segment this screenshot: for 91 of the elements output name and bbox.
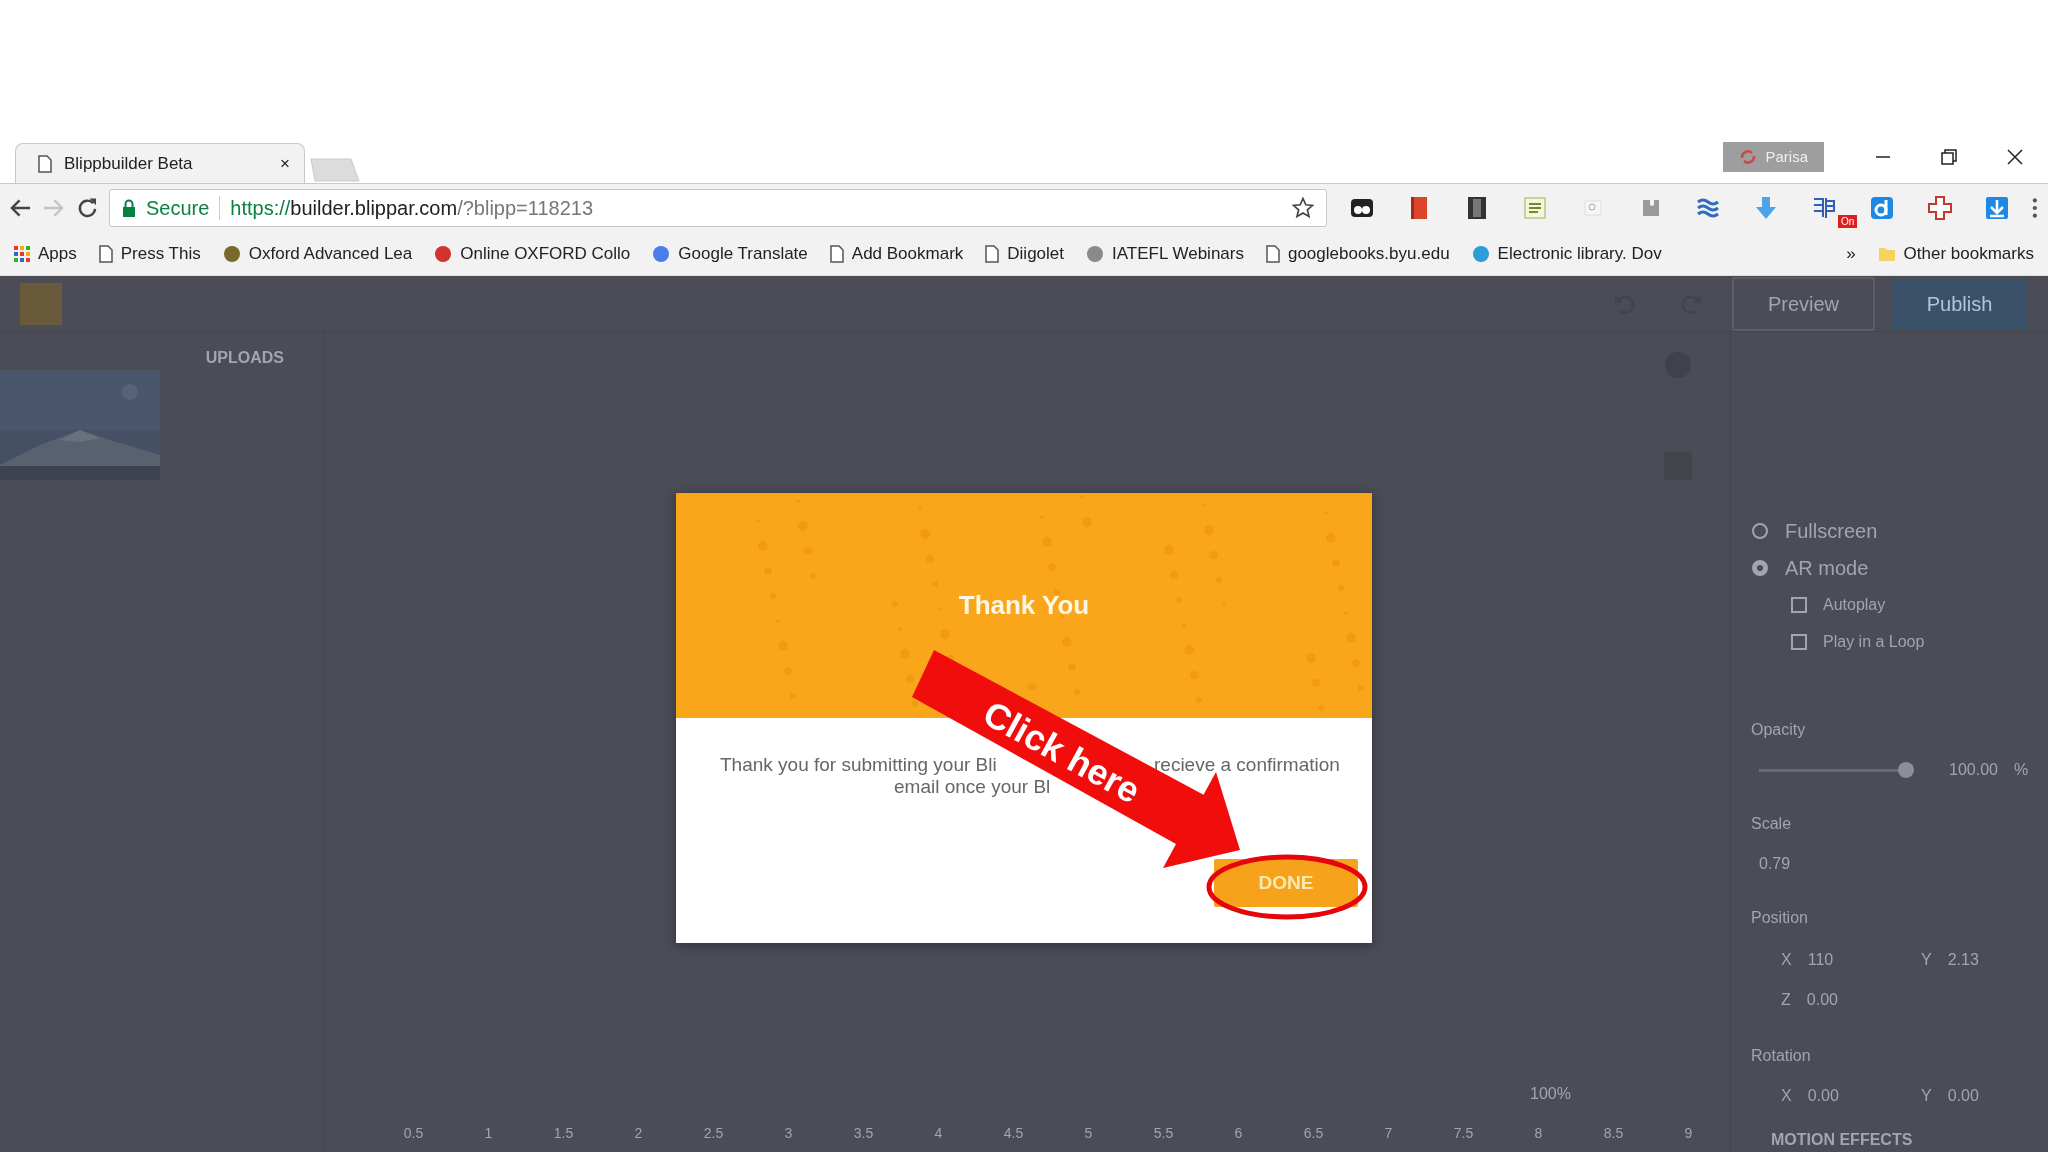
tab-title: Blippbuilder Beta (64, 152, 194, 175)
bookmark-link[interactable]: Oxford Advanced Lea (222, 240, 413, 267)
address-bar[interactable]: Secure https://builder.blippar.com/?blipp=118213 (108, 189, 1327, 227)
bookmark-link[interactable]: IATEFL Webinars (1086, 240, 1244, 267)
tick-label: 4 (933, 1124, 944, 1143)
bookmark-folder[interactable]: Other bookmarks (1877, 240, 2034, 267)
letter-icon[interactable] (1869, 196, 1894, 220)
glasses-icon[interactable] (1349, 196, 1374, 220)
restore-icon[interactable] (1941, 149, 1957, 165)
overflow-chevron[interactable]: » (1846, 240, 1856, 267)
axis-value: 0.00 (1947, 1086, 1979, 1106)
tick-label: 5.5 (1152, 1124, 1175, 1143)
field-label: Opacity (1751, 720, 1807, 740)
opacity-value: 100.00 (1949, 760, 1998, 780)
bookmark-link[interactable]: Google Translate (652, 240, 808, 267)
profile-name: Parisa (1765, 146, 1808, 167)
page-icon (98, 244, 113, 263)
tick-label: 2 (633, 1124, 644, 1143)
slider-thumb[interactable] (1898, 762, 1914, 778)
zoom-level: 100% (1530, 1084, 1571, 1104)
page-icon (38, 154, 52, 173)
bookmark-link[interactable]: Add Bookmark (829, 240, 964, 267)
tick-label: 0.5 (402, 1124, 425, 1143)
secure-label: Secure (145, 196, 210, 221)
dialog-title: Thank You (958, 589, 1090, 622)
download-icon[interactable] (1985, 196, 2010, 220)
unit-label: % (2013, 760, 2029, 780)
menu-icon[interactable] (2032, 197, 2038, 219)
bookmark-link[interactable]: Online OXFORD Collo (434, 240, 631, 267)
tick-label: 6 (1233, 1124, 1244, 1143)
axis-label: Y (1921, 950, 1932, 970)
axis-value: 0.00 (1807, 1086, 1839, 1106)
axis-value: 0.00 (1806, 990, 1838, 1010)
close-icon[interactable] (2007, 149, 2023, 165)
tick-label: 6.5 (1302, 1124, 1325, 1143)
close-icon[interactable]: × (280, 150, 290, 177)
bookmark-link[interactable]: Diigolet (985, 240, 1064, 267)
message-text: email once your Bl (894, 776, 1051, 798)
checkbox[interactable] (1791, 633, 1807, 650)
publish-button[interactable]: Publish (1891, 278, 2028, 329)
page-icon (829, 244, 844, 263)
axis-value: 110 (1807, 950, 1834, 970)
message-text: recieve a confirmation (1154, 754, 1340, 776)
radio-button[interactable] (1751, 521, 1769, 540)
bookmark-link[interactable]: googlebooks.byu.edu (1265, 240, 1450, 267)
star-icon[interactable] (1291, 197, 1314, 219)
field-label: Scale (1751, 814, 1793, 834)
option-label: Fullscreen (1785, 518, 1878, 544)
tick-label: 9 (1683, 1124, 1694, 1143)
option-label: Play in a Loop (1823, 631, 1925, 652)
extension-badge: On (1838, 215, 1858, 228)
axis-label: Z (1781, 990, 1791, 1010)
lock-icon (121, 199, 136, 217)
page-icon (985, 244, 1000, 263)
axis-label: X (1781, 1086, 1792, 1106)
bookmark-link[interactable]: Press This (98, 240, 201, 267)
tick-label: 1 (483, 1124, 494, 1143)
field-label: Rotation (1751, 1046, 1812, 1066)
option-label: AR mode (1785, 555, 1869, 581)
browser-tab[interactable]: Blippbuilder Beta × (15, 143, 305, 183)
tick-label: 2.5 (702, 1124, 725, 1143)
axis-label: Y (1921, 1086, 1932, 1106)
bookmark-link[interactable]: Apps (14, 240, 77, 267)
scale-value: 0.79 (1758, 854, 1792, 874)
tick-label: 7 (1383, 1124, 1394, 1143)
logo-tile (20, 282, 62, 325)
tick-label: 7.5 (1452, 1124, 1475, 1143)
axis-value: 2.13 (1947, 950, 1979, 970)
checkbox[interactable] (1791, 596, 1807, 613)
axis-label: X (1781, 950, 1792, 970)
tick-label: 8.5 (1602, 1124, 1625, 1143)
field-label: Position (1751, 908, 1809, 928)
option-label: Autoplay (1823, 594, 1886, 615)
radio-button[interactable] (1751, 558, 1769, 577)
tick-label: 1.5 (552, 1124, 575, 1143)
tick-label: 8 (1533, 1124, 1544, 1143)
back-icon[interactable] (10, 198, 31, 218)
waves-icon[interactable] (1696, 196, 1721, 220)
tick-label: 4.5 (1002, 1124, 1025, 1143)
down-arrow-icon[interactable] (1754, 196, 1779, 220)
cross-icon[interactable] (1927, 196, 1952, 220)
tick-label: 5 (1083, 1124, 1094, 1143)
tick-label: 3 (783, 1124, 794, 1143)
page-icon (1265, 244, 1280, 263)
bookmark-link[interactable]: Electronic library. Dov (1471, 240, 1662, 267)
folder-icon (1877, 245, 1896, 262)
sync-icon (1739, 149, 1758, 165)
tick-label: 3.5 (852, 1124, 875, 1143)
document-icon[interactable] (1522, 196, 1547, 220)
apps-grid-icon (14, 245, 30, 262)
url-text: https://builder.blippar.com/?blipp=118213 (230, 196, 594, 221)
